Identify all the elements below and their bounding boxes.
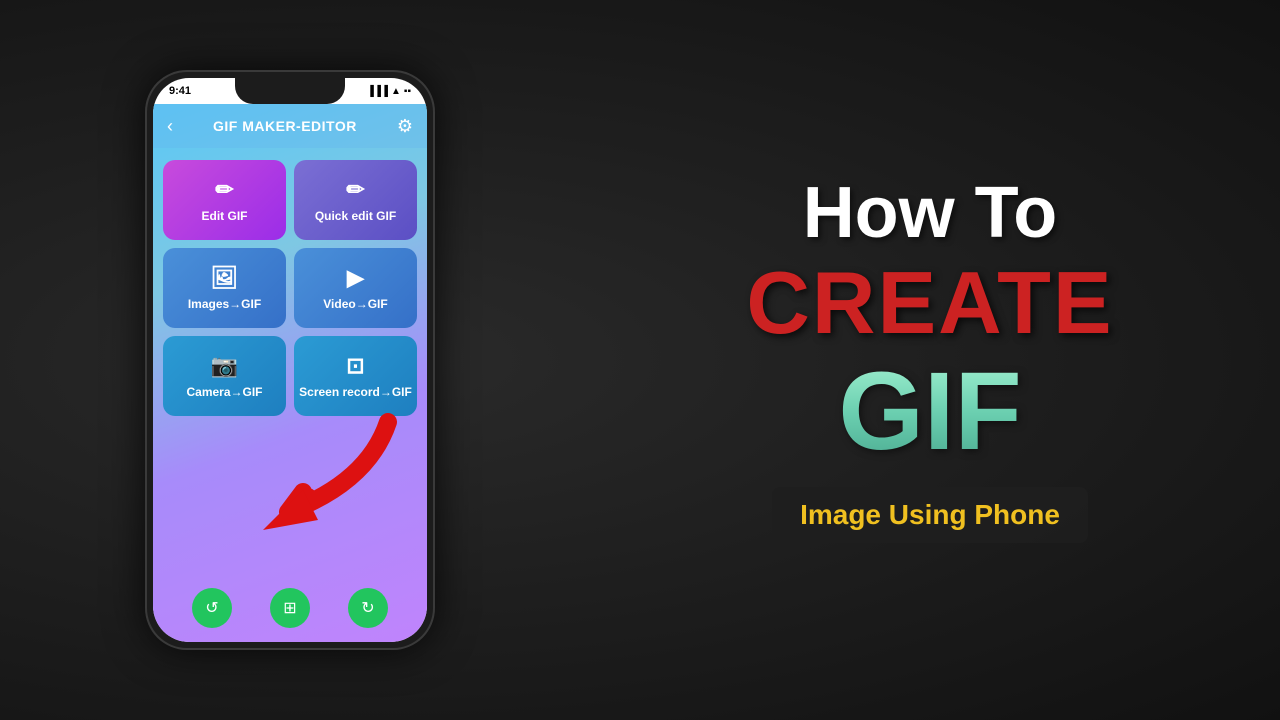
back-button[interactable]: ‹: [167, 116, 173, 137]
edit-gif-button[interactable]: ✏ Edit GIF: [163, 160, 286, 240]
images-gif-button[interactable]: 🖼 Images→GIF: [163, 248, 286, 328]
camera-gif-label: Camera→GIF: [186, 385, 262, 399]
quick-edit-label: Quick edit GIF: [315, 209, 396, 223]
video-gif-button[interactable]: ▶ Video→GIF: [294, 248, 417, 328]
nav-image-button[interactable]: ↻: [348, 588, 388, 628]
settings-icon[interactable]: ⚙: [397, 116, 413, 137]
signal-icon: ▐▐▐: [367, 86, 388, 97]
camera-gif-icon: 📷: [211, 353, 238, 379]
text-section: How To CREATE GIF Image Using Phone: [580, 157, 1280, 563]
nav-history-icon: ↺: [205, 598, 218, 618]
quick-edit-gif-button[interactable]: ✏ Quick edit GIF: [294, 160, 417, 240]
red-arrow: [208, 402, 408, 542]
video-gif-label: Video→GIF: [323, 297, 387, 311]
nav-crop-button[interactable]: ⊞: [270, 588, 310, 628]
button-row-2: 🖼 Images→GIF ▶ Video→GIF: [163, 248, 417, 328]
edit-gif-label: Edit GIF: [202, 209, 248, 223]
phone-inner: 9:41 ▐▐▐ ▲ ▪▪ ‹ GIF MAKER-EDITOR ⚙: [153, 78, 427, 642]
images-gif-label: Images→GIF: [188, 297, 261, 311]
battery-icon: ▪▪: [404, 86, 411, 97]
how-to-text: How To: [803, 177, 1058, 249]
subtitle-text: Image Using Phone: [800, 499, 1060, 531]
phone-notch: [235, 78, 345, 104]
status-icons: ▐▐▐ ▲ ▪▪: [367, 86, 411, 97]
bottom-nav: ↺ ⊞ ↻: [153, 582, 427, 642]
images-gif-icon: 🖼: [211, 265, 239, 291]
gif-text: GIF: [838, 357, 1021, 467]
nav-history-button[interactable]: ↺: [192, 588, 232, 628]
nav-crop-icon: ⊞: [283, 598, 296, 618]
create-text: CREATE: [746, 259, 1113, 347]
quick-edit-icon: ✏: [346, 177, 364, 203]
phone-section: 9:41 ▐▐▐ ▲ ▪▪ ‹ GIF MAKER-EDITOR ⚙: [0, 0, 580, 720]
edit-gif-icon: ✏: [215, 177, 233, 203]
app-title: GIF MAKER-EDITOR: [213, 118, 357, 134]
subtitle-box: Image Using Phone: [772, 487, 1088, 543]
app-header: ‹ GIF MAKER-EDITOR ⚙: [153, 104, 427, 148]
screen-record-label: Screen record→GIF: [299, 385, 412, 399]
nav-image-icon: ↻: [361, 598, 374, 618]
scene: 9:41 ▐▐▐ ▲ ▪▪ ‹ GIF MAKER-EDITOR ⚙: [0, 0, 1280, 720]
phone-outer: 9:41 ▐▐▐ ▲ ▪▪ ‹ GIF MAKER-EDITOR ⚙: [145, 70, 435, 650]
video-gif-icon: ▶: [347, 265, 364, 291]
status-time: 9:41: [169, 85, 191, 97]
app-content: ‹ GIF MAKER-EDITOR ⚙ ✏ Edit GIF ✏: [153, 104, 427, 642]
button-row-1: ✏ Edit GIF ✏ Quick edit GIF: [163, 160, 417, 240]
screen-record-icon: ⊡: [346, 353, 364, 379]
wifi-icon: ▲: [391, 86, 401, 97]
